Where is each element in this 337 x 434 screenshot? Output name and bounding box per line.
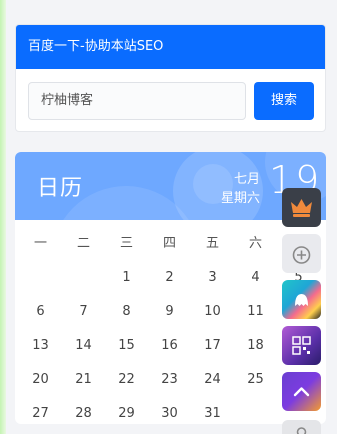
calendar-grid: 一 二 三 四 五 六 日 1 2 3 4 5 6 7 8 9 10 11 12… — [19, 236, 322, 424]
calendar-date[interactable]: 8 — [105, 304, 148, 338]
calendar-date[interactable]: 29 — [105, 406, 148, 424]
calendar-weekday: 星期六 — [220, 191, 260, 206]
calendar-date[interactable]: 11 — [234, 304, 277, 338]
weekday-header: 四 — [162, 236, 176, 251]
qr-code-button[interactable] — [282, 326, 321, 365]
weekday-header: 三 — [119, 236, 133, 251]
calendar-date[interactable]: 28 — [62, 406, 105, 424]
search-widget-title: 百度一下-协助本站SEO — [16, 25, 325, 69]
calendar-date[interactable]: 23 — [148, 372, 191, 406]
calendar-week-row: 1 2 3 4 5 — [19, 270, 322, 304]
calendar-header: 日历 七月 星期六 19 — [15, 152, 326, 220]
calendar-month: 七月 — [233, 172, 260, 187]
settings-button[interactable] — [282, 420, 321, 434]
calendar-date[interactable]: 7 — [62, 304, 105, 338]
search-widget: 百度一下-协助本站SEO 柠柚博客 搜索 — [15, 24, 326, 132]
calendar-date[interactable]: 2 — [148, 270, 191, 304]
search-input[interactable]: 柠柚博客 — [28, 82, 246, 120]
calendar-date[interactable]: 25 — [234, 372, 277, 406]
calendar-date[interactable]: 21 — [62, 372, 105, 406]
search-button[interactable]: 搜索 — [254, 82, 314, 120]
weekday-header-row: 一 二 三 四 五 六 日 — [19, 236, 322, 270]
calendar-date[interactable]: 9 — [148, 304, 191, 338]
qr-code-icon — [292, 336, 311, 355]
crown-icon — [291, 199, 312, 217]
add-button[interactable] — [282, 234, 321, 273]
calendar-date[interactable]: 15 — [105, 338, 148, 372]
search-row: 柠柚博客 搜索 — [28, 82, 314, 120]
calendar-date — [19, 270, 62, 304]
calendar-widget: 日历 七月 星期六 19 一 二 三 四 五 六 日 1 2 3 4 5 6 7… — [15, 152, 326, 424]
calendar-title: 日历 — [37, 176, 84, 201]
calendar-date[interactable]: 27 — [19, 406, 62, 424]
calendar-date[interactable]: 20 — [19, 372, 62, 406]
left-accent-bar — [0, 0, 6, 434]
calendar-date — [234, 406, 277, 424]
gear-icon — [296, 427, 307, 434]
calendar-date[interactable]: 3 — [191, 270, 234, 304]
plus-circle-icon — [292, 246, 311, 264]
weekday-header: 六 — [248, 236, 262, 251]
calendar-date[interactable]: 6 — [19, 304, 62, 338]
calendar-week-row: 27 28 29 30 31 — [19, 406, 322, 424]
calendar-date[interactable]: 13 — [19, 338, 62, 372]
weekday-header: 五 — [205, 236, 219, 251]
colorful-app-icon — [295, 294, 308, 306]
calendar-date[interactable]: 1 — [105, 270, 148, 304]
calendar-date[interactable]: 18 — [234, 338, 277, 372]
calendar-week-row: 6 7 8 9 10 11 12 — [19, 304, 322, 338]
weekday-header: 二 — [76, 236, 90, 251]
calendar-date[interactable]: 24 — [191, 372, 234, 406]
calendar-date[interactable]: 16 — [148, 338, 191, 372]
vip-button[interactable] — [282, 188, 321, 227]
calendar-date[interactable]: 10 — [191, 304, 234, 338]
back-to-top-icon — [293, 387, 310, 397]
calendar-date[interactable]: 17 — [191, 338, 234, 372]
calendar-date[interactable]: 30 — [148, 406, 191, 424]
calendar-date — [62, 270, 105, 304]
calendar-date[interactable]: 4 — [234, 270, 277, 304]
calendar-week-row: 13 14 15 16 17 18 19 — [19, 338, 322, 372]
calendar-week-row: 20 21 22 23 24 25 26 — [19, 372, 322, 406]
calendar-date[interactable]: 14 — [62, 338, 105, 372]
calendar-date[interactable]: 22 — [105, 372, 148, 406]
weekday-header: 一 — [33, 236, 47, 251]
back-to-top-button[interactable] — [282, 372, 321, 411]
app-button[interactable] — [282, 280, 321, 319]
calendar-date[interactable]: 31 — [191, 406, 234, 424]
